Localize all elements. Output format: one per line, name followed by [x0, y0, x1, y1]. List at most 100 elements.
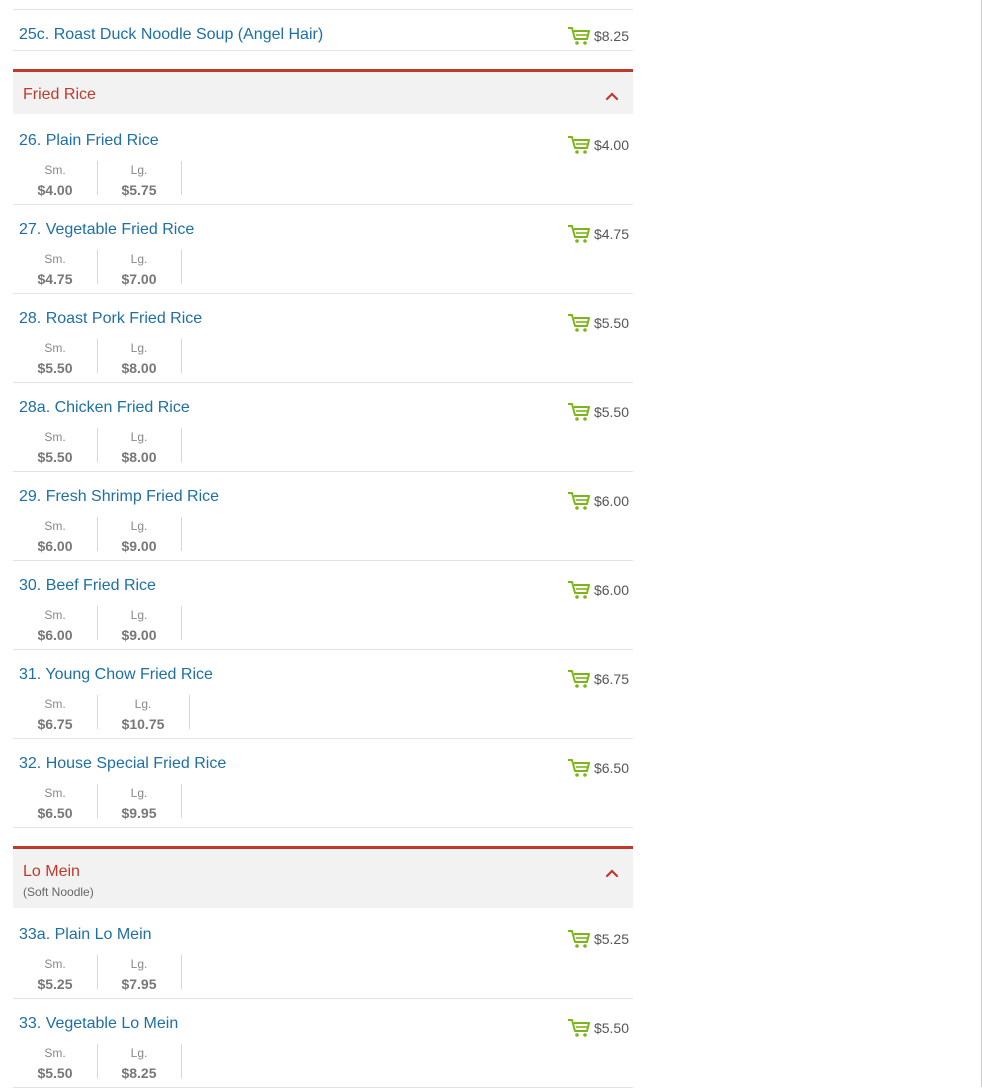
size-divider	[181, 250, 182, 284]
size-label: Lg.	[130, 608, 148, 622]
size-label: Lg.	[130, 1046, 148, 1060]
size-option: Sm. $4.75	[13, 250, 97, 287]
menu-item: 27. Vegetable Fried Rice $4.75 Sm. $4.75 Lg.…	[13, 205, 633, 294]
add-to-cart-icon	[567, 26, 591, 46]
size-divider	[181, 161, 182, 195]
size-label: Lg.	[130, 957, 148, 971]
add-to-cart-button[interactable]: $6.75	[567, 667, 629, 691]
size-price: $5.25	[37, 976, 73, 992]
size-label: Lg.	[130, 252, 148, 266]
item-price: $6.50	[593, 760, 629, 776]
item-name-link[interactable]: 26. Plain Fried Rice	[19, 132, 159, 150]
menu-item: 33a. Plain Lo Mein $5.25 Sm. $5.25 Lg. $7.95	[13, 910, 633, 999]
size-option: Lg. $10.75	[97, 695, 189, 732]
size-label: Lg.	[130, 163, 148, 177]
size-label: Lg.	[130, 786, 148, 800]
size-price: $9.00	[121, 538, 157, 554]
size-divider	[181, 517, 182, 551]
item-name-link[interactable]: 30. Beef Fried Rice	[19, 577, 156, 595]
category-title: Fried Rice	[23, 86, 96, 103]
add-to-cart-button[interactable]: $5.50	[567, 400, 629, 424]
add-to-cart-button[interactable]: $8.25	[567, 24, 629, 48]
size-price: $6.00	[37, 538, 73, 554]
item-name-link[interactable]: 25c. Roast Duck Noodle Soup (Angel Hair)	[19, 26, 323, 44]
add-to-cart-button[interactable]: $6.50	[567, 756, 629, 780]
size-option: Sm. $5.25	[13, 955, 97, 992]
size-price: $5.75	[121, 182, 157, 198]
size-label: Sm.	[44, 786, 66, 800]
size-option: Lg. $5.75	[97, 161, 181, 198]
menu-item: 25c. Roast Duck Noodle Soup (Angel Hair)…	[13, 9, 633, 51]
add-to-cart-button[interactable]: $6.00	[567, 489, 629, 513]
size-option: Lg. $9.95	[97, 784, 181, 821]
item-name-link[interactable]: 31. Young Chow Fried Rice	[19, 666, 213, 684]
add-to-cart-button[interactable]: $4.75	[567, 222, 629, 246]
menu-item: 33. Vegetable Lo Mein $5.50 Sm. $5.50 Lg. $8.…	[13, 999, 633, 1088]
size-option: Sm. $5.50	[13, 1044, 97, 1081]
size-label: Sm.	[44, 957, 66, 971]
size-option: Lg. $8.25	[97, 1044, 181, 1081]
size-price: $7.95	[121, 976, 157, 992]
size-label: Sm.	[44, 430, 66, 444]
add-to-cart-icon	[567, 929, 591, 949]
size-price: $4.75	[37, 271, 73, 287]
size-price: $4.00	[37, 182, 73, 198]
item-price: $6.75	[593, 671, 629, 687]
size-divider	[181, 1044, 182, 1078]
size-price: $8.00	[121, 449, 157, 465]
size-option: Lg. $8.00	[97, 428, 181, 465]
menu-item: 28a. Chicken Fried Rice $5.50 Sm. $5.50 Lg. $…	[13, 383, 633, 472]
size-divider	[181, 606, 182, 640]
item-name-link[interactable]: 33a. Plain Lo Mein	[19, 926, 152, 944]
size-divider	[189, 695, 190, 729]
size-option: Sm. $6.00	[13, 517, 97, 554]
item-price: $4.75	[593, 226, 629, 242]
item-name-link[interactable]: 27. Vegetable Fried Rice	[19, 221, 194, 239]
size-price: $5.50	[37, 449, 73, 465]
category-title: Lo Mein	[23, 863, 80, 880]
add-to-cart-button[interactable]: $5.25	[567, 927, 629, 951]
item-price: $8.25	[593, 28, 629, 44]
item-price: $6.00	[593, 493, 629, 509]
menu-item: 30. Beef Fried Rice $6.00 Sm. $6.00 Lg. $9.00	[13, 561, 633, 650]
size-option: Sm. $6.75	[13, 695, 97, 732]
size-label: Sm.	[44, 341, 66, 355]
size-price: $9.00	[121, 627, 157, 643]
item-name-link[interactable]: 33. Vegetable Lo Mein	[19, 1015, 178, 1033]
add-to-cart-button[interactable]: $4.00	[567, 133, 629, 157]
add-to-cart-button[interactable]: $5.50	[567, 311, 629, 335]
size-label: Sm.	[44, 608, 66, 622]
size-divider	[181, 339, 182, 373]
add-to-cart-icon	[567, 758, 591, 778]
menu-item: 31. Young Chow Fried Rice $6.75 Sm. $6.75 Lg…	[13, 650, 633, 739]
size-label: Sm.	[44, 697, 66, 711]
size-divider	[181, 784, 182, 818]
add-to-cart-button[interactable]: $5.50	[567, 1016, 629, 1040]
item-name-link[interactable]: 28a. Chicken Fried Rice	[19, 399, 190, 417]
item-name-link[interactable]: 28. Roast Pork Fried Rice	[19, 310, 202, 328]
item-price: $6.00	[593, 582, 629, 598]
item-name-link[interactable]: 29. Fresh Shrimp Fried Rice	[19, 488, 219, 506]
size-label: Sm.	[44, 252, 66, 266]
item-price: $5.50	[593, 1020, 629, 1036]
item-price: $5.50	[593, 315, 629, 331]
size-price: $8.25	[121, 1065, 157, 1081]
category-subtitle: (Soft Noodle)	[23, 885, 94, 899]
item-name-link[interactable]: 32. House Special Fried Rice	[19, 755, 226, 773]
size-option: Lg. $7.95	[97, 955, 181, 992]
size-price: $5.50	[37, 1065, 73, 1081]
add-to-cart-button[interactable]: $6.00	[567, 578, 629, 602]
chevron-up-icon[interactable]	[605, 88, 619, 101]
size-label: Lg.	[130, 519, 148, 533]
menu-item: 32. House Special Fried Rice $6.50 Sm. $6.5…	[13, 739, 633, 828]
size-option: Sm. $5.50	[13, 339, 97, 376]
size-option: Lg. $8.00	[97, 339, 181, 376]
size-option: Sm. $4.00	[13, 161, 97, 198]
size-option: Lg. $9.00	[97, 606, 181, 643]
item-price: $5.25	[593, 931, 629, 947]
chevron-up-icon[interactable]	[605, 865, 619, 878]
category-header[interactable]: Fried Rice	[13, 69, 633, 114]
size-option: Sm. $6.50	[13, 784, 97, 821]
size-price: $8.00	[121, 360, 157, 376]
category-header[interactable]: Lo Mein (Soft Noodle)	[13, 846, 633, 908]
